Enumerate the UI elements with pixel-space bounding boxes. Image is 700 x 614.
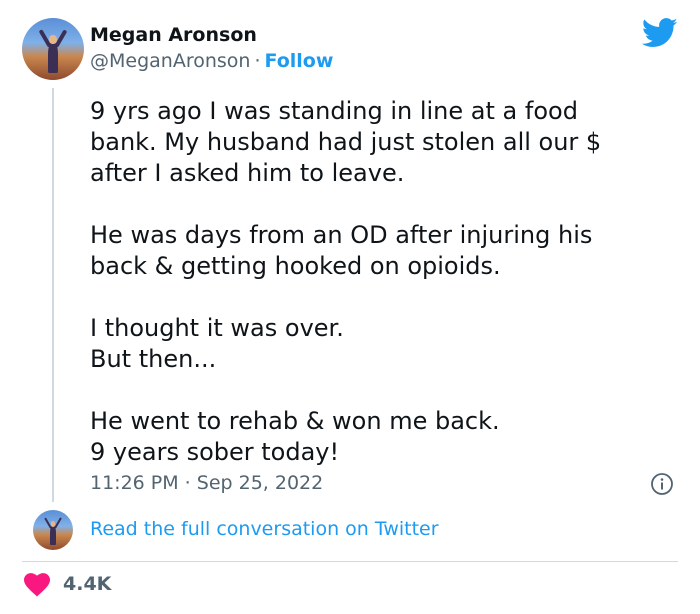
thread-line <box>52 88 54 502</box>
tweet-paragraph: I thought it was over. But then... <box>90 313 680 375</box>
read-conversation-link[interactable]: Read the full conversation on Twitter <box>90 518 439 540</box>
twitter-bird-icon[interactable] <box>642 18 678 48</box>
divider <box>22 561 678 562</box>
reply-avatar[interactable] <box>33 510 73 550</box>
like-count[interactable]: 4.4K <box>63 573 111 595</box>
meta-separator: · <box>254 50 261 72</box>
follow-button[interactable]: Follow <box>265 50 334 72</box>
tweet-line: I thought it was over. <box>90 314 344 342</box>
author-avatar[interactable] <box>22 18 84 80</box>
heart-icon[interactable] <box>24 573 50 597</box>
tweet-line: 9 years sober today! <box>90 438 340 466</box>
author-name[interactable]: Megan Aronson <box>90 24 257 46</box>
tweet-line: 9 yrs ago I was standing in line at a fo… <box>90 97 578 125</box>
tweet-paragraph: 9 yrs ago I was standing in line at a fo… <box>90 96 680 189</box>
tweet-line: But then... <box>90 345 217 373</box>
tweet-line: He went to rehab & won me back. <box>90 407 500 435</box>
tweet-line: bank. My husband had just stolen all our… <box>90 128 602 156</box>
author-handle[interactable]: @MeganAronson <box>90 50 250 72</box>
author-meta: @MeganAronson · Follow <box>90 50 333 72</box>
tweet-line: He was days from an OD after injuring hi… <box>90 221 593 249</box>
info-icon[interactable] <box>650 472 674 496</box>
tweet-text: 9 yrs ago I was standing in line at a fo… <box>90 96 680 468</box>
tweet-paragraph: He went to rehab & won me back. 9 years … <box>90 406 680 468</box>
tweet-line: back & getting hooked on opioids. <box>90 252 501 280</box>
tweet-line: after I asked him to leave. <box>90 159 405 187</box>
tweet-timestamp[interactable]: 11:26 PM · Sep 25, 2022 <box>90 472 323 494</box>
tweet-paragraph: He was days from an OD after injuring hi… <box>90 220 680 282</box>
